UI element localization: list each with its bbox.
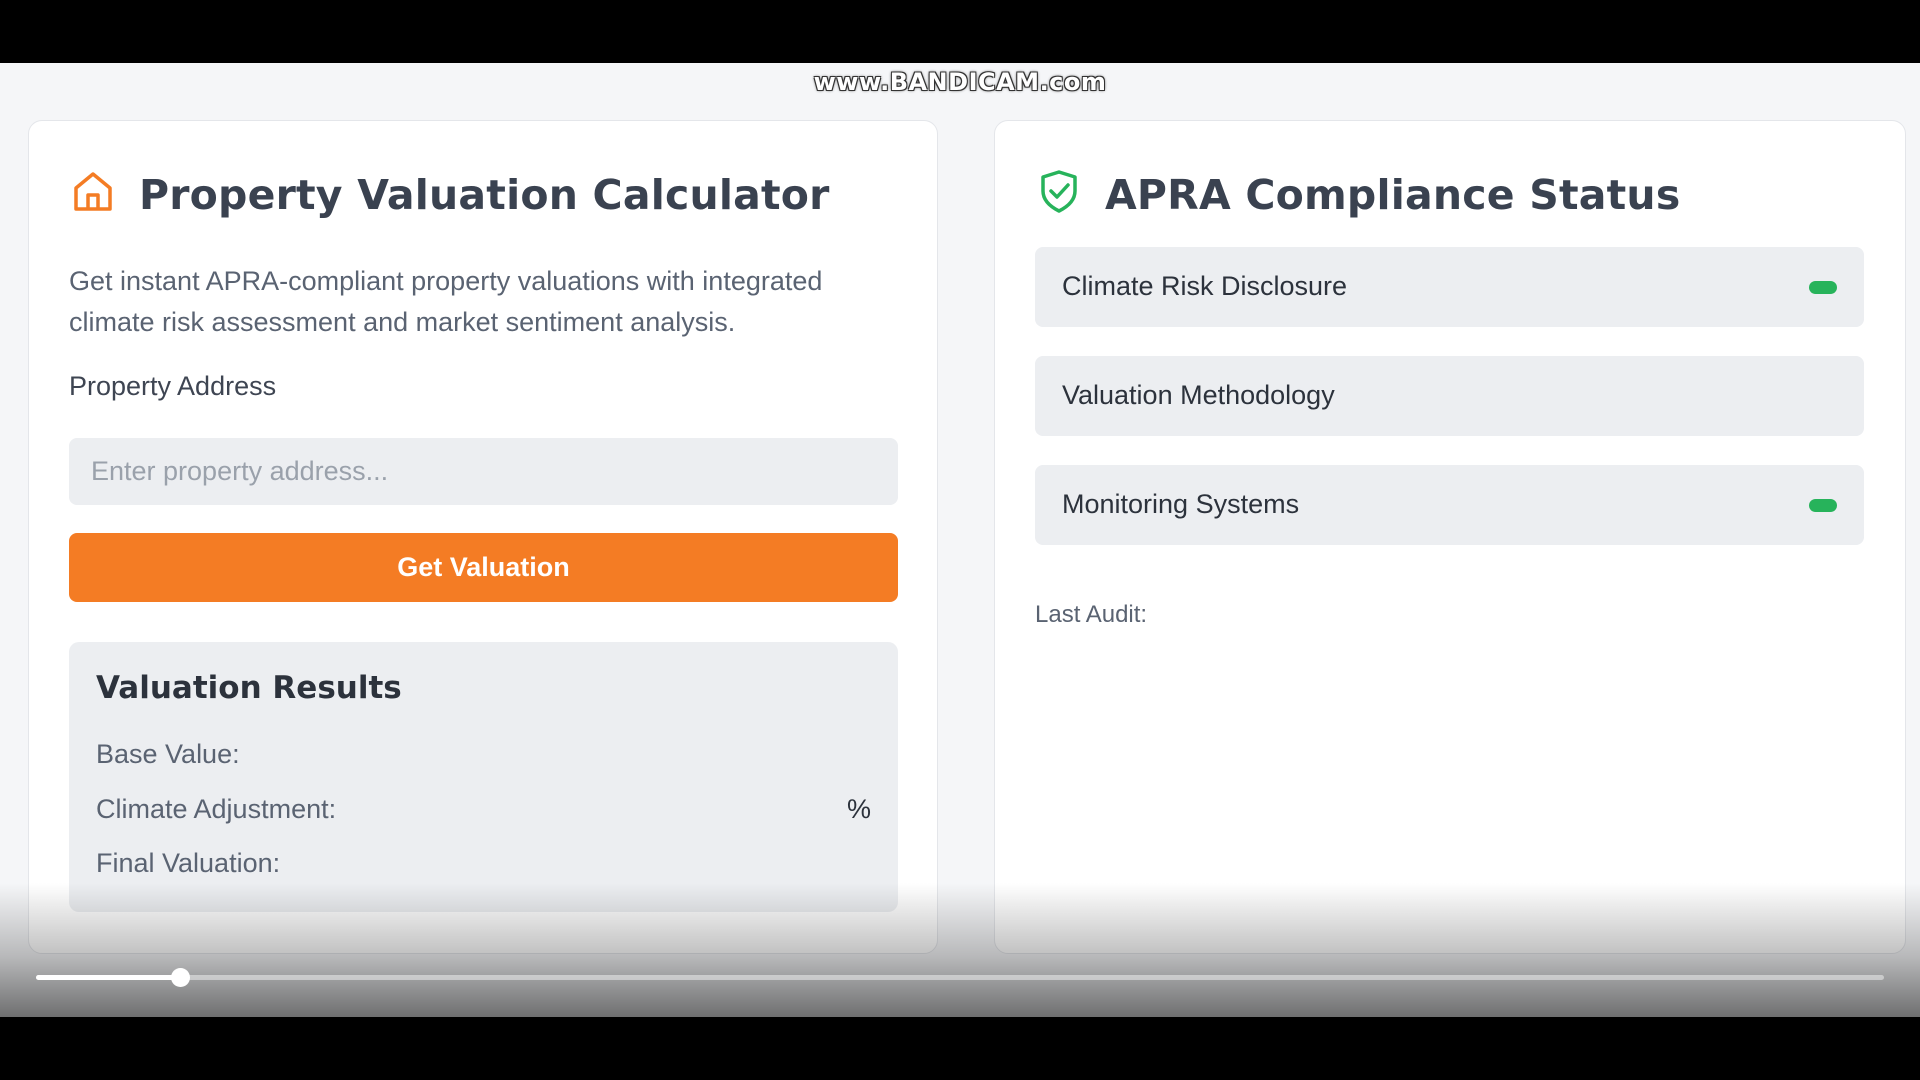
status-item-climate-risk-disclosure: Climate Risk Disclosure [1035, 247, 1864, 327]
recorded-page: www.BANDICAM.com Property Valuation Calc… [0, 63, 1920, 1017]
video-progress-fill [36, 975, 181, 980]
player-controls-fade [0, 883, 1920, 1017]
valuation-results-title: Valuation Results [96, 670, 402, 706]
base-value-label: Base Value: [96, 739, 240, 769]
valuation-results-panel: Valuation Results Base Value: Climate Ad… [69, 642, 898, 912]
status-item-valuation-methodology: Valuation Methodology [1035, 356, 1864, 436]
valuation-calculator-card: Property Valuation Calculator Get instan… [28, 120, 938, 954]
final-valuation-row: Final Valuation: [96, 848, 871, 879]
climate-adjustment-value: % [846, 794, 871, 824]
base-value-row: Base Value: [96, 739, 871, 770]
recording-watermark: www.BANDICAM.com [813, 68, 1107, 96]
final-valuation-label: Final Valuation: [96, 848, 281, 878]
status-item-label: Climate Risk Disclosure [1062, 271, 1348, 301]
climate-adjustment-label: Climate Adjustment: [96, 794, 337, 824]
status-item-label: Monitoring Systems [1062, 489, 1300, 519]
status-item-monitoring-systems: Monitoring Systems [1035, 465, 1864, 545]
status-indicator [1809, 499, 1837, 512]
compliance-status-card: APRA Compliance Status Climate Risk Disc… [994, 120, 1906, 954]
status-item-label: Valuation Methodology [1062, 380, 1335, 410]
last-audit-label: Last Audit: [1035, 601, 1148, 628]
valuation-description: Get instant APRA-compliant property valu… [69, 266, 823, 337]
valuation-title: Property Valuation Calculator [139, 171, 830, 219]
bottom-letterbox [0, 1017, 1920, 1080]
climate-adjustment-row: Climate Adjustment: % [96, 794, 871, 825]
top-letterbox [0, 0, 1920, 63]
video-progress-bar[interactable] [36, 968, 1884, 987]
video-progress-handle[interactable] [171, 968, 191, 987]
property-address-label: Property Address [69, 371, 277, 401]
shield-check-icon [1041, 170, 1077, 213]
property-address-input[interactable] [69, 438, 898, 505]
compliance-title: APRA Compliance Status [1105, 171, 1681, 219]
get-valuation-button[interactable]: Get Valuation [69, 533, 898, 602]
status-indicator [1809, 281, 1837, 294]
home-icon [74, 172, 112, 211]
